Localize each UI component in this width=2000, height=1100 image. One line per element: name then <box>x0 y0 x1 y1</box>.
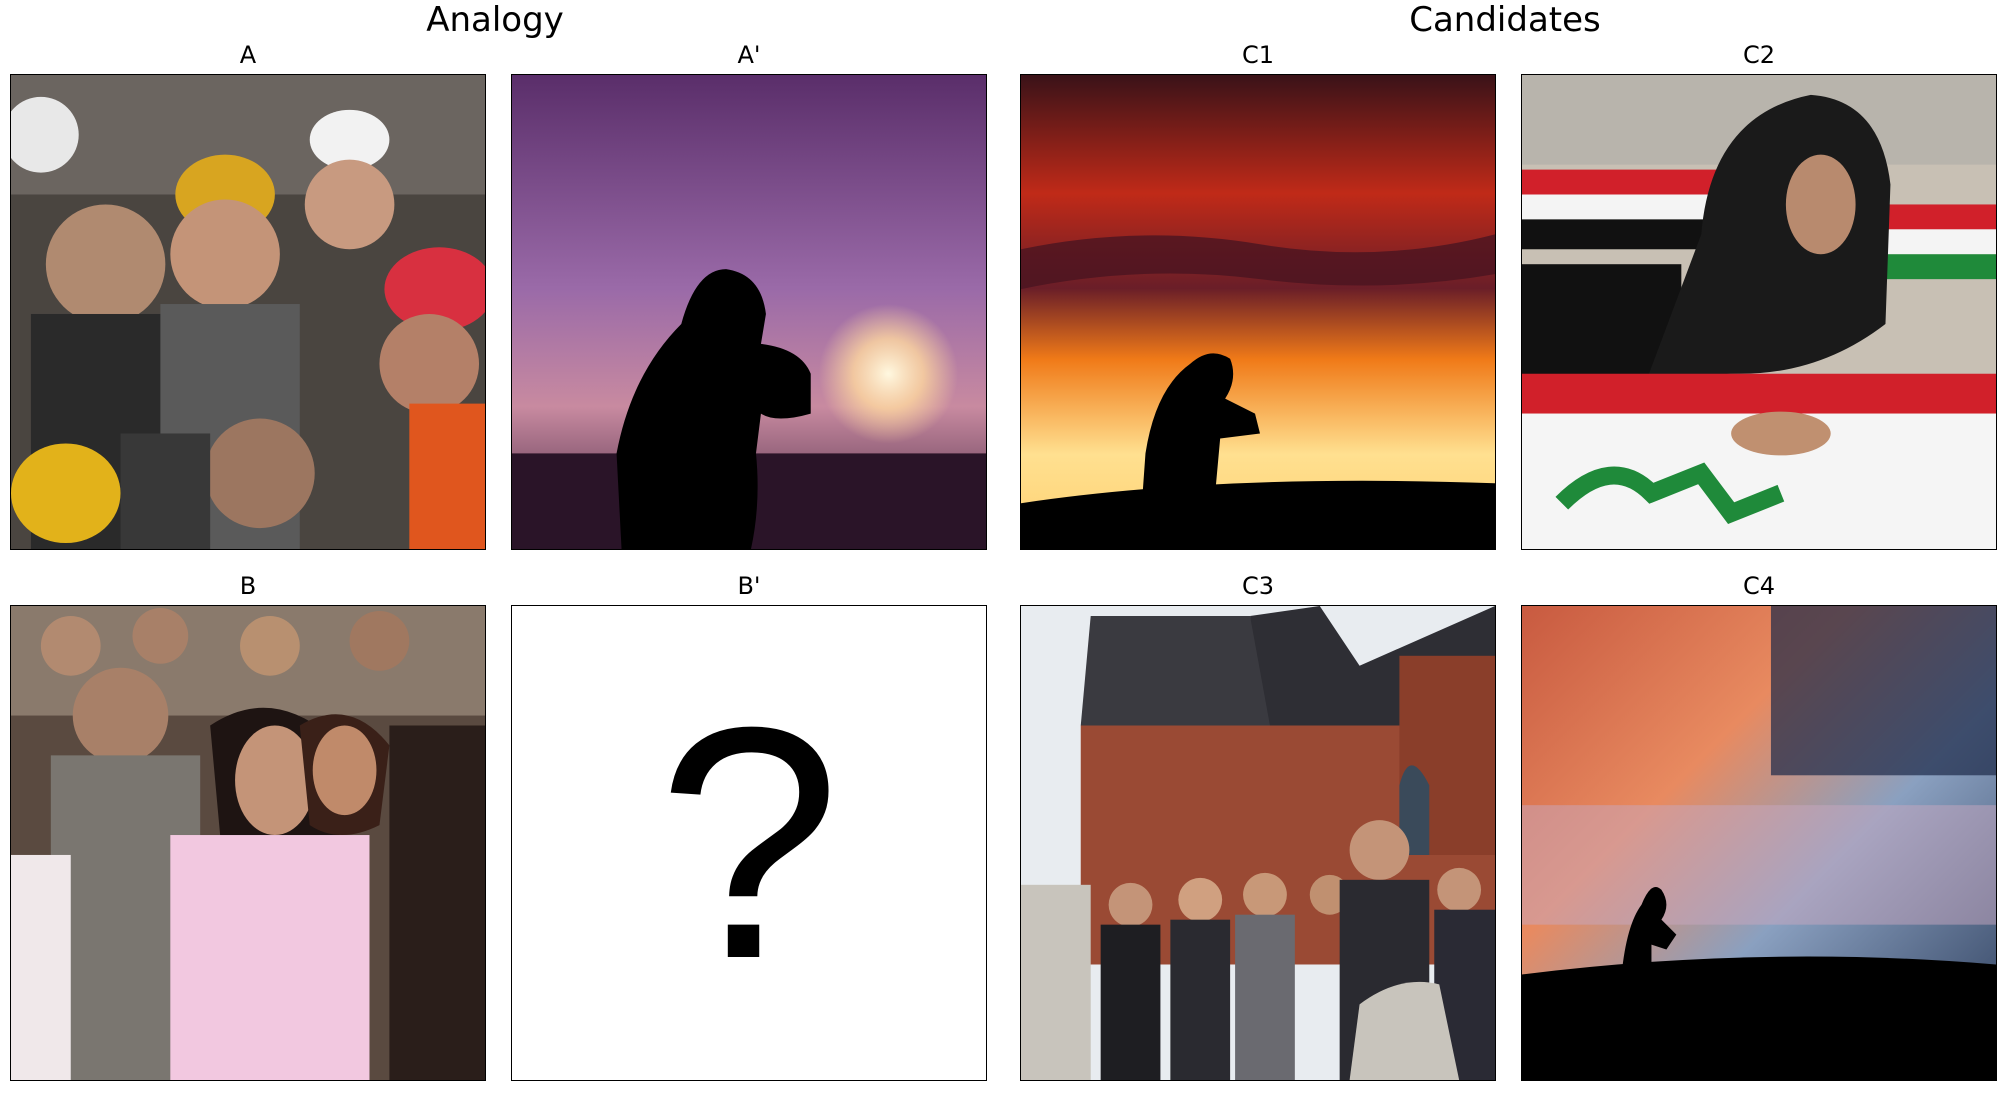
prayer-purple-sunset-image <box>512 75 986 549</box>
panel-label-c3: C3 <box>1241 572 1275 600</box>
panel-a-image[interactable] <box>10 74 486 550</box>
panel-label-a: A <box>239 41 257 69</box>
prayer-dramatic-sky-image <box>1522 606 1996 1080</box>
panel-label-c1: C1 <box>1241 41 1275 69</box>
panel-label-a-prime: A' <box>737 41 761 69</box>
panel-label-b: B <box>239 572 257 600</box>
analogy-title: Analogy <box>426 0 564 40</box>
panel-a-prime-image[interactable] <box>511 74 987 550</box>
mourning-coffins-image <box>1522 75 1996 549</box>
panel-label-b-prime: B' <box>737 572 761 600</box>
crowd-miners-image <box>11 75 485 549</box>
question-mark-icon: ? <box>512 606 986 1080</box>
panel-c3-image[interactable] <box>1020 605 1496 1081</box>
panel-c1-image[interactable] <box>1020 74 1496 550</box>
panel-label-c4: C4 <box>1742 572 1776 600</box>
panel-b-image[interactable] <box>10 605 486 1081</box>
crying-woman-crowd-image <box>11 606 485 1080</box>
panel-c2-image[interactable] <box>1521 74 1997 550</box>
panel-label-c2: C2 <box>1742 41 1776 69</box>
panel-c4-image[interactable] <box>1521 605 1997 1081</box>
panel-b-prime-placeholder[interactable]: ? <box>511 605 987 1081</box>
candidates-title: Candidates <box>1409 0 1601 40</box>
prayer-red-sunset-image <box>1021 75 1495 549</box>
men-praying-church-image <box>1021 606 1495 1080</box>
